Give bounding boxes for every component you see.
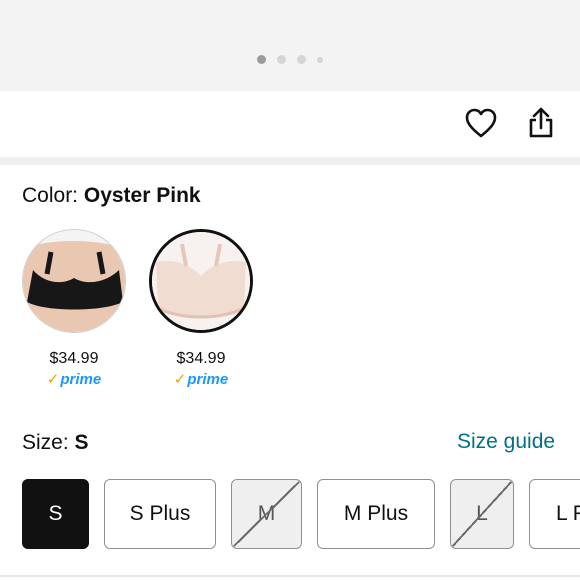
share-button[interactable] — [523, 105, 559, 141]
product-image-carousel[interactable] — [0, 0, 580, 91]
carousel-dot-2[interactable] — [277, 55, 286, 64]
carousel-dot-4[interactable] — [317, 56, 323, 63]
heart-icon — [465, 108, 497, 138]
selected-size-value: S — [74, 431, 89, 454]
carousel-dots — [0, 55, 580, 64]
size-option-l[interactable]: L — [450, 479, 514, 549]
size-option-m-plus[interactable]: M Plus — [317, 479, 435, 549]
swatch-price: $34.99 — [49, 350, 99, 367]
size-options: S S Plus M M Plus L L P — [0, 479, 580, 549]
bottom-divider — [0, 575, 580, 577]
swatch-image — [22, 229, 126, 333]
size-option-s[interactable]: S — [22, 479, 89, 549]
wishlist-button[interactable] — [463, 105, 499, 141]
swatch-price: $34.99 — [176, 350, 226, 367]
prime-check-icon: ✓ — [46, 371, 60, 388]
prime-badge: ✓prime — [173, 371, 229, 388]
oyster-pink-bra-thumbnail — [152, 232, 250, 330]
size-guide-link[interactable]: Size guide — [457, 430, 555, 454]
color-swatch-oyster-pink[interactable]: $34.99 ✓prime — [149, 229, 253, 388]
prime-check-icon: ✓ — [173, 371, 187, 388]
carousel-dot-3[interactable] — [297, 55, 306, 64]
action-bar — [0, 91, 580, 157]
carousel-dot-1[interactable] — [257, 55, 266, 64]
prime-badge: ✓prime — [46, 371, 102, 388]
swatch-image — [149, 229, 253, 333]
share-icon — [529, 107, 553, 138]
size-option-l-plus[interactable]: L P — [529, 479, 580, 549]
section-divider — [0, 157, 580, 165]
size-option-m[interactable]: M — [231, 479, 302, 549]
black-bra-thumbnail — [23, 230, 125, 332]
size-option-s-plus[interactable]: S Plus — [104, 479, 216, 549]
selected-color-value: Oyster Pink — [83, 184, 201, 207]
color-label: Color: Oyster Pink — [22, 184, 201, 207]
color-swatch-black[interactable]: $34.99 ✓prime — [22, 229, 126, 388]
size-label: Size: S — [22, 431, 89, 454]
